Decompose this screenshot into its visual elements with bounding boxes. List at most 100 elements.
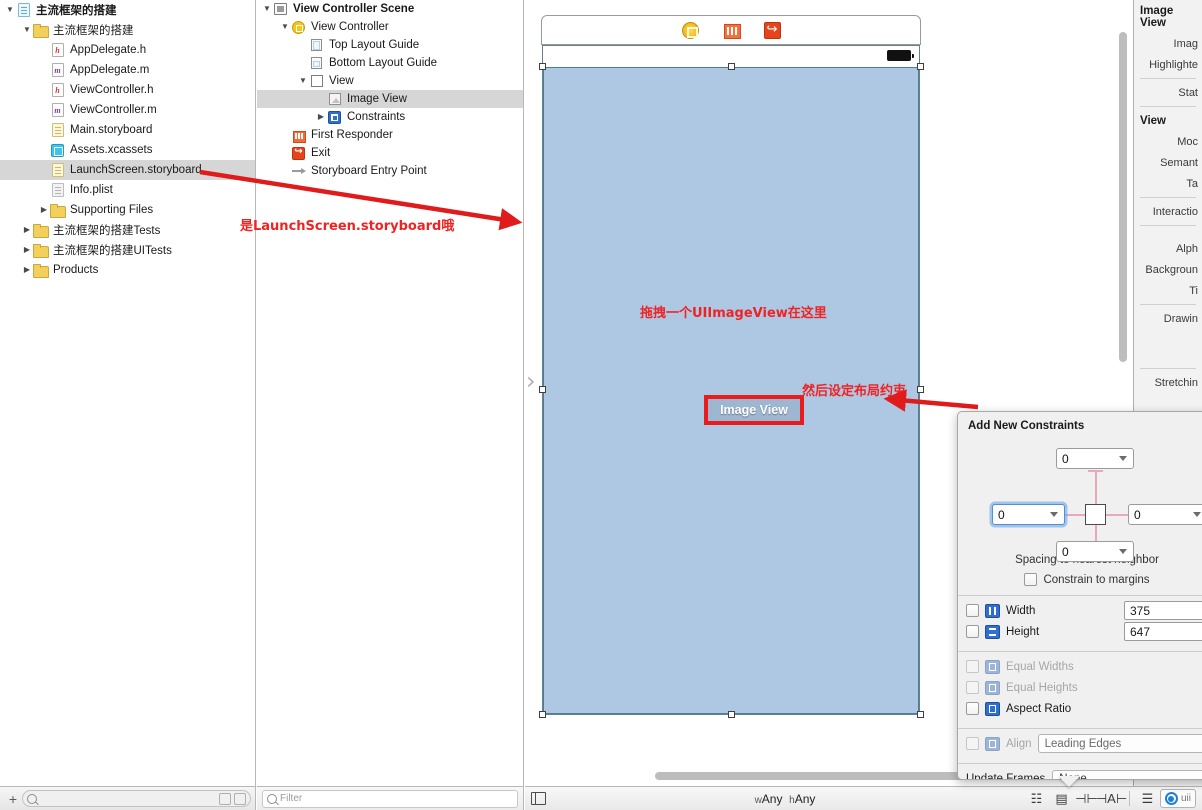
aspect-ratio-row[interactable]: Aspect Ratio — [958, 698, 1202, 719]
navigator-bottom-bar[interactable]: + — [0, 786, 256, 810]
root-view[interactable]: 拖拽一个UIImageView在这里 Image View 然后设定布局约束 — [543, 67, 919, 714]
view-controller-icon[interactable] — [681, 21, 699, 39]
inspector-row-stretching[interactable]: Stretchin — [1134, 372, 1202, 393]
tree-row[interactable]: First Responder — [257, 126, 523, 144]
inspector-row-tint[interactable]: Ti — [1134, 280, 1202, 301]
exit-icon[interactable] — [763, 21, 781, 39]
height-value-field[interactable]: 647 — [1124, 622, 1202, 641]
tree-row[interactable]: ▶ Constraints — [257, 108, 523, 126]
tree-row[interactable]: m AppDelegate.m — [0, 60, 255, 80]
tree-row[interactable]: ▼ 主流框架的搭建 — [0, 0, 255, 20]
inspector-row-mode[interactable]: Moc — [1134, 131, 1202, 152]
chevron-down-icon[interactable]: ▼ — [261, 0, 273, 19]
source-control-icon[interactable] — [234, 792, 246, 805]
inspector-row-tag[interactable]: Ta — [1134, 173, 1202, 194]
resize-handle-middle-left[interactable] — [539, 386, 546, 393]
image-view-element[interactable]: Image View — [704, 395, 804, 425]
chevron-right-icon[interactable]: ▶ — [315, 107, 327, 127]
inspector-row-background[interactable]: Backgroun — [1134, 259, 1202, 280]
outline-bottom-bar[interactable]: Filter — [257, 786, 524, 810]
spacing-widget[interactable]: 0 0 0 0 — [958, 438, 1202, 562]
aspect-ratio-checkbox[interactable] — [966, 702, 979, 715]
update-frames-button[interactable]: ☷ — [1024, 790, 1049, 808]
tree-row[interactable]: h AppDelegate.h — [0, 40, 255, 60]
tree-row[interactable]: Assets.xcassets — [0, 140, 255, 160]
tree-row[interactable]: m ViewController.m — [0, 100, 255, 120]
update-frames-row[interactable]: Update Frames None — [958, 768, 1202, 779]
add-file-button[interactable]: + — [4, 791, 22, 807]
editor-split-icon[interactable] — [531, 792, 546, 805]
canvas-vertical-scroll-thumb[interactable] — [1119, 32, 1127, 362]
project-navigator[interactable]: ▼ 主流框架的搭建 ▼ 主流框架的搭建 h AppDelegate.h m AppDelega… — [0, 0, 256, 786]
width-constraint-row[interactable]: Width 375 — [958, 600, 1202, 621]
add-new-constraints-popup[interactable]: Add New Constraints 0 0 0 0 Spacing neig… — [957, 411, 1202, 780]
chevron-down-icon[interactable]: ▼ — [297, 71, 309, 91]
tree-row[interactable]: Main.storyboard — [0, 120, 255, 140]
tree-row[interactable]: Info.plist — [0, 180, 255, 200]
tree-row[interactable]: ▼ View — [257, 72, 523, 90]
width-checkbox[interactable] — [966, 604, 979, 617]
navigator-filter-input[interactable] — [22, 790, 251, 807]
height-checkbox[interactable] — [966, 625, 979, 638]
equal-heights-row[interactable]: Equal Heights — [958, 677, 1202, 698]
constrain-to-margins-checkbox[interactable] — [1024, 573, 1038, 586]
clock-icon[interactable] — [219, 792, 231, 805]
chevron-down-icon[interactable]: ▼ — [279, 17, 291, 37]
chevron-down-icon[interactable] — [1193, 512, 1201, 517]
resize-handle-top-left[interactable] — [539, 63, 546, 70]
canvas-horizontal-scroll-thumb[interactable] — [655, 772, 975, 780]
chevron-down-icon[interactable] — [1050, 512, 1058, 517]
spacing-top-field[interactable]: 0 — [1056, 448, 1134, 469]
constrain-to-margins-row[interactable]: Constrain to margins — [958, 573, 1202, 586]
tree-row[interactable]: Exit — [257, 144, 523, 162]
inspector-row-semantic[interactable]: Semant — [1134, 152, 1202, 173]
document-outline-tree[interactable]: ▼ View Controller Scene ▼ View Controller To… — [257, 0, 523, 180]
inspector-row-state[interactable]: Stat — [1134, 82, 1202, 103]
chevron-right-icon[interactable]: ▶ — [21, 240, 33, 260]
tree-row[interactable]: ▼ 主流框架的搭建 — [0, 20, 255, 40]
canvas-bottom-bar[interactable]: wAny hAny ☷ ▤ ⊣⊢ ⊣A⊢ ☰ uii — [525, 786, 1202, 810]
tree-row[interactable]: LaunchScreen.storyboard — [0, 160, 255, 180]
inspector-row-interaction[interactable]: Interactio — [1134, 201, 1202, 222]
spacing-bottom-field[interactable]: 0 — [1056, 541, 1134, 562]
equal-widths-row[interactable]: Equal Widths — [958, 656, 1202, 677]
tree-row[interactable]: Storyboard Entry Point — [257, 162, 523, 180]
align-row[interactable]: Align Leading Edges — [958, 733, 1202, 754]
tree-row[interactable]: h ViewController.h — [0, 80, 255, 100]
spacing-leading-field[interactable]: 0 — [992, 504, 1065, 525]
tree-row[interactable]: ▼ View Controller Scene — [257, 0, 523, 18]
chevron-right-icon[interactable]: ▶ — [21, 220, 33, 240]
chevron-down-icon[interactable]: ▼ — [21, 20, 33, 40]
width-value-field[interactable]: 375 — [1124, 601, 1202, 620]
resize-handle-bottom-right[interactable] — [917, 711, 924, 718]
inspector-row-image[interactable]: Imag — [1134, 33, 1202, 54]
align-select[interactable]: Leading Edges — [1037, 734, 1202, 753]
tree-row[interactable]: ▶ Supporting Files — [0, 200, 255, 220]
chevron-down-icon[interactable] — [1119, 549, 1127, 554]
inspector-row-highlighted[interactable]: Highlighte — [1134, 54, 1202, 75]
assistant-editor-control[interactable]: uii — [1159, 789, 1196, 808]
outline-filter-input[interactable]: Filter — [262, 789, 518, 808]
inspector-row-drawing[interactable]: Drawin — [1134, 308, 1202, 329]
chevron-down-icon[interactable]: ▼ — [4, 0, 16, 20]
resize-handle-middle-right[interactable] — [917, 386, 924, 393]
project-navigator-tree[interactable]: ▼ 主流框架的搭建 ▼ 主流框架的搭建 h AppDelegate.h m AppDelega… — [0, 0, 255, 280]
equal-heights-checkbox[interactable] — [966, 681, 979, 694]
chevron-right-icon[interactable]: ▶ — [38, 200, 50, 220]
resize-handle-bottom-left[interactable] — [539, 711, 546, 718]
document-outline-panel[interactable]: ▼ View Controller Scene ▼ View Controller To… — [257, 0, 524, 786]
pin-button[interactable]: ⊣A⊢ — [1096, 790, 1127, 808]
stack-button[interactable]: ▤ — [1049, 790, 1074, 808]
tree-row[interactable]: ▶ 主流框架的搭建Tests — [0, 220, 255, 240]
view-controller-canvas[interactable]: 拖拽一个UIImageView在这里 Image View 然后设定布局约束 — [539, 45, 924, 718]
align-checkbox[interactable] — [966, 737, 979, 750]
size-class-indicator[interactable]: wAny hAny — [546, 792, 1024, 806]
scene-dock[interactable] — [541, 15, 921, 45]
first-responder-icon[interactable] — [722, 21, 741, 39]
chevron-right-icon[interactable]: ▶ — [21, 260, 33, 280]
tree-row[interactable]: ▶ 主流框架的搭建UITests — [0, 240, 255, 260]
tree-row[interactable]: Image View — [257, 90, 523, 108]
equal-widths-checkbox[interactable] — [966, 660, 979, 673]
inspector-row-alpha[interactable]: Alph — [1134, 238, 1202, 259]
resize-handle-top-center[interactable] — [728, 63, 735, 70]
